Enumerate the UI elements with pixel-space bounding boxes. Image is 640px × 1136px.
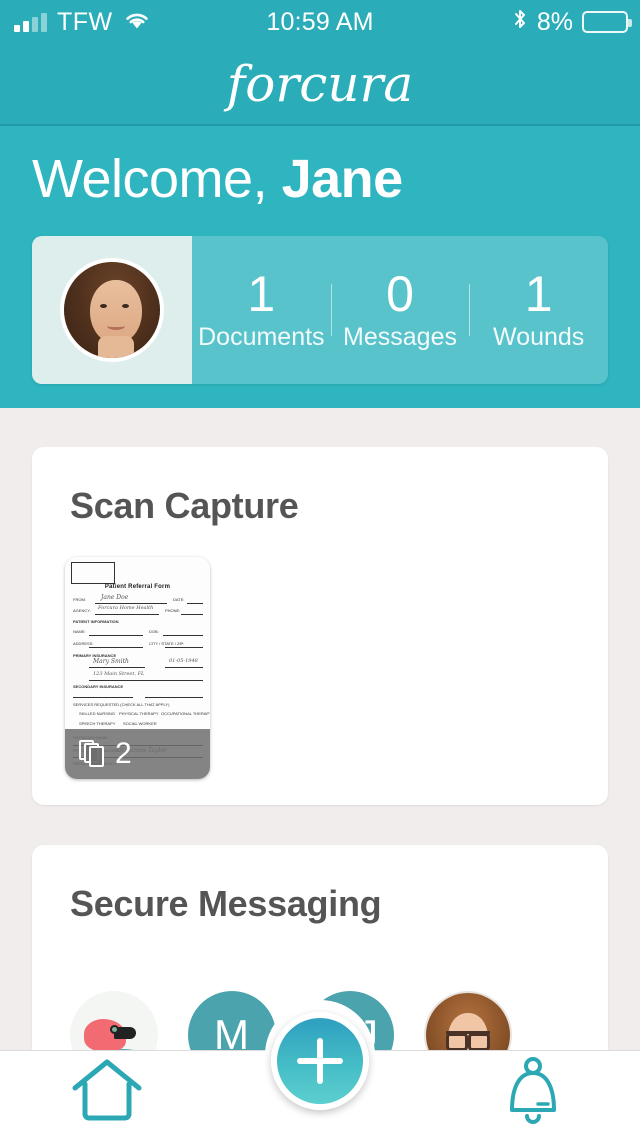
home-icon: [69, 1056, 145, 1131]
doc-section-services: SERVICES REQUESTED (CHECK ALL THAT APPLY…: [73, 702, 170, 707]
status-bar-right: 8%: [512, 7, 632, 38]
avatar-panel[interactable]: [32, 236, 192, 384]
avatar-eye-left: [100, 304, 107, 308]
scan-capture-title: Scan Capture: [70, 485, 299, 526]
welcome-greeting: Welcome, Jane: [32, 148, 403, 210]
stats-card[interactable]: 1 Documents 0 Messages 1 Wounds: [32, 236, 608, 384]
doc-field-city: CITY / STATE / ZIP:: [149, 641, 185, 646]
doc-logo-box: [71, 562, 115, 584]
doc-rule: [187, 603, 203, 604]
battery-percent-label: 8%: [536, 7, 573, 36]
doc-handwriting: Jane Doe: [101, 594, 129, 601]
tab-notifications[interactable]: [427, 1051, 640, 1136]
doc-field-address: ADDRESS:: [73, 641, 94, 646]
doc-rule: [89, 647, 143, 648]
avatar-neck: [98, 336, 134, 358]
doc-checkbox-sn[interactable]: SKILLED NURSING: [79, 711, 115, 716]
scan-capture-card[interactable]: Scan Capture Patient Referral Form FROM:…: [32, 447, 608, 805]
tab-home[interactable]: [0, 1051, 213, 1136]
doc-rule: [89, 635, 143, 636]
doc-rule: [89, 680, 203, 681]
stat-messages-label: Messages: [343, 322, 457, 351]
doc-handwriting: 123 Main Street, FL: [93, 671, 145, 677]
stats-list: 1 Documents 0 Messages 1 Wounds: [192, 236, 608, 384]
doc-checkbox-ot[interactable]: OCCUPATIONAL THERAPY: [161, 711, 210, 716]
app-logo: forcura: [226, 55, 414, 113]
status-bar: TFW 10:59 AM 8%: [0, 0, 640, 44]
welcome-banner: Welcome, Jane 1 Documents 0 Messages 1 W…: [0, 126, 640, 408]
doc-rule: [181, 614, 203, 615]
doc-rule: [73, 697, 133, 698]
add-button[interactable]: [271, 1012, 369, 1110]
doc-checkbox-sw[interactable]: SOCIAL WORKER: [123, 721, 157, 726]
doc-field-agency: AGENCY:: [73, 608, 91, 613]
doc-rule: [163, 635, 203, 636]
scan-page-count: 2: [115, 737, 132, 770]
doc-section-patient: PATIENT INFORMATION: [73, 619, 119, 624]
stat-documents-label: Documents: [198, 322, 325, 351]
doc-rule: [165, 647, 203, 648]
battery-icon: [582, 11, 632, 33]
stat-documents[interactable]: 1 Documents: [192, 268, 331, 352]
stat-wounds[interactable]: 1 Wounds: [469, 268, 608, 352]
greeting-text: Welcome,: [32, 149, 268, 209]
user-name: Jane: [281, 149, 404, 209]
bird-eye: [110, 1025, 119, 1034]
doc-checkbox-pt[interactable]: PHYSICAL THERAPY: [119, 711, 159, 716]
doc-field-from: FROM:: [73, 597, 86, 602]
bluetooth-icon: [512, 7, 528, 38]
app-header: forcura: [0, 44, 640, 126]
photo-glasses: [446, 1031, 490, 1051]
app-screen: TFW 10:59 AM 8% forcura Welcome, Jane 1 …: [0, 0, 640, 1136]
doc-rule: [95, 603, 167, 604]
doc-rule: [145, 697, 203, 698]
stat-messages-value: 0: [386, 266, 414, 323]
avatar-smile: [107, 322, 125, 330]
doc-checkbox-st[interactable]: SPEECH THERAPY: [79, 721, 115, 726]
user-avatar[interactable]: [60, 258, 164, 362]
avatar-eye-right: [122, 304, 129, 308]
stat-documents-value: 1: [247, 266, 276, 323]
doc-field-dob: DOB:: [149, 629, 159, 634]
doc-rule: [89, 667, 145, 668]
doc-handwriting: Forcura Home Health: [98, 605, 154, 611]
stat-wounds-label: Wounds: [493, 322, 585, 351]
doc-field-date: DATE:: [173, 597, 185, 602]
stat-wounds-value: 1: [524, 266, 553, 323]
doc-handwriting: 01-05-1948: [169, 658, 198, 664]
doc-field-phone: PHONE:: [165, 608, 181, 613]
bell-icon: [500, 1054, 566, 1133]
doc-field-name: NAME:: [73, 629, 86, 634]
stat-messages[interactable]: 0 Messages: [330, 266, 470, 352]
plus-icon: [297, 1038, 343, 1084]
secure-messaging-title: Secure Messaging: [70, 883, 382, 924]
stacked-pages-icon: [79, 740, 105, 768]
scan-thumbnail[interactable]: Patient Referral Form FROM: Jane Doe DAT…: [65, 557, 210, 779]
scan-page-count-overlay: 2: [65, 729, 210, 779]
doc-rule: [165, 667, 203, 668]
doc-handwriting: Mary Smith: [93, 658, 129, 665]
avatar-face: [90, 280, 142, 344]
doc-section-secondary-ins: SECONDARY INSURANCE: [73, 684, 124, 689]
doc-rule: [95, 614, 159, 615]
doc-title: Patient Referral Form: [104, 584, 171, 590]
